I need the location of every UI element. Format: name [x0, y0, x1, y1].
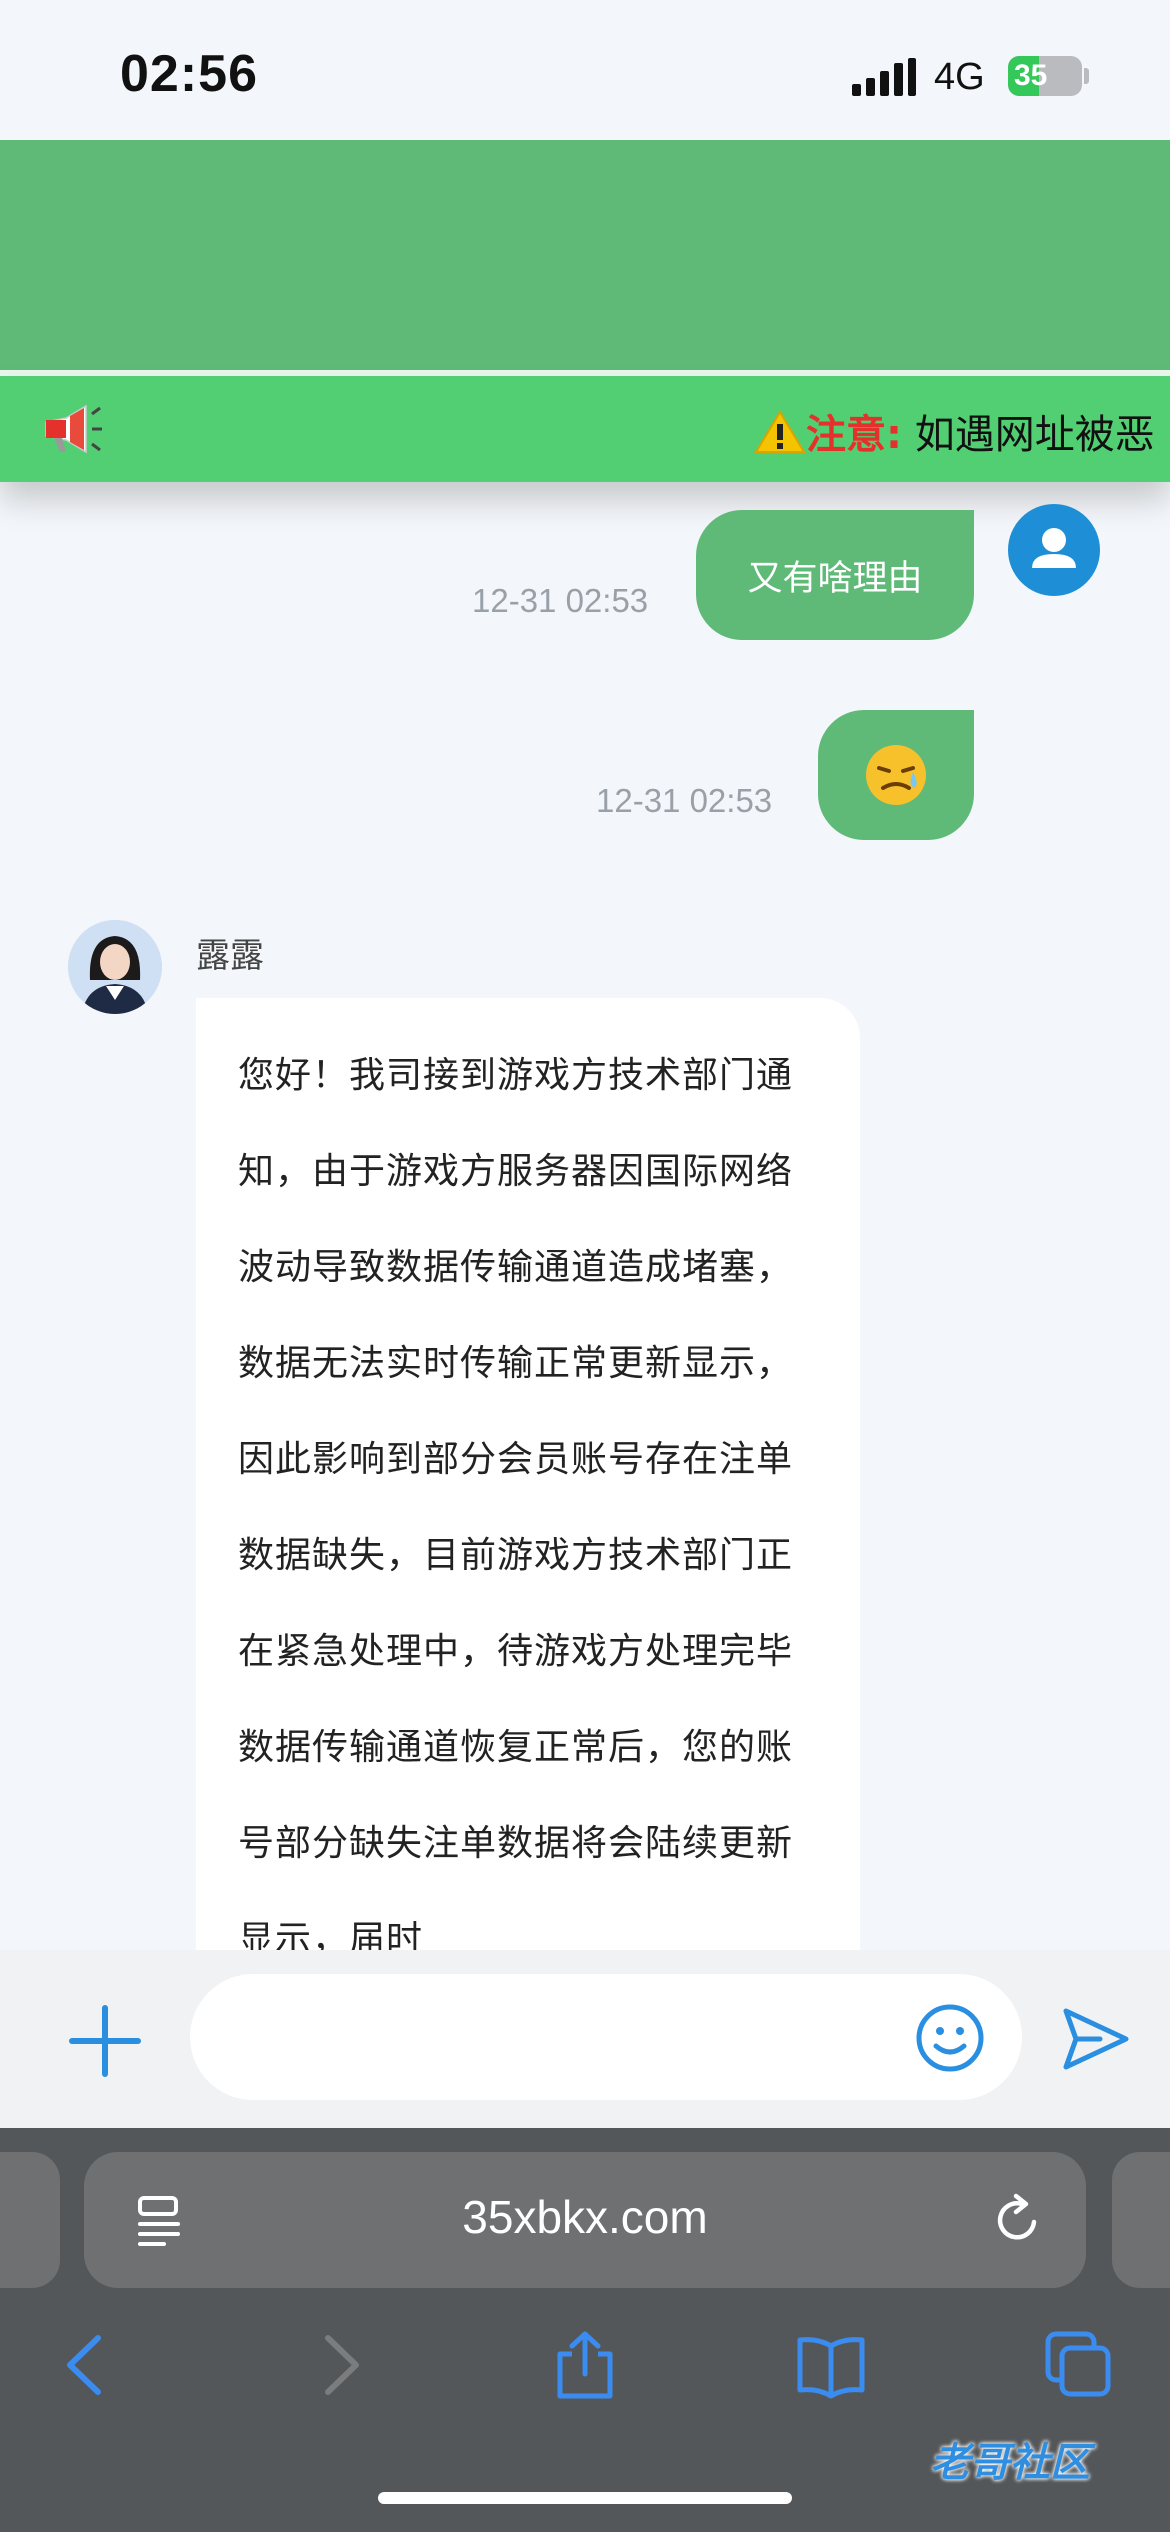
notice-label: 注意:: [806, 412, 902, 458]
next-tab[interactable]: [1112, 2152, 1170, 2288]
outgoing-emoji-message[interactable]: [818, 710, 974, 840]
incoming-message[interactable]: 您好！我司接到游戏方技术部门通知，由于游戏方服务器因国际网络波动导致数据传输通道…: [196, 998, 860, 1998]
message-text: 又有啥理由: [747, 558, 923, 599]
battery-nub: [1084, 68, 1089, 84]
status-time: 02:56: [120, 45, 258, 103]
signal-icon: [852, 58, 916, 96]
emoji-button[interactable]: [914, 2002, 986, 2074]
forward-icon[interactable]: [304, 2330, 374, 2400]
message-timestamp: 12-31 02:53: [596, 782, 773, 819]
outgoing-message[interactable]: 又有啥理由: [696, 510, 974, 640]
notice-content: 如遇网址被恶: [914, 412, 1155, 458]
watermark-logo: 老哥社区: [930, 2440, 1090, 2486]
megaphone-icon: [45, 404, 102, 454]
url-text[interactable]: 35xbkx.com: [84, 2190, 1086, 2244]
notice-ticker[interactable]: 注意: 如遇网址被恶: [0, 376, 1170, 482]
message-text: 您好！我司接到游戏方技术部门通知，由于游戏方服务器因国际网络波动导致数据传输通道…: [238, 1055, 794, 1960]
message-timestamp: 12-31 02:53: [472, 582, 649, 619]
user-avatar[interactable]: [1008, 504, 1100, 596]
reload-icon[interactable]: [990, 2192, 1046, 2248]
user-icon: [1032, 528, 1076, 568]
message-input[interactable]: [190, 1974, 1022, 2100]
notice-text: 注意: 如遇网址被恶: [754, 402, 1155, 460]
back-icon[interactable]: [52, 2330, 122, 2400]
agent-portrait: [68, 920, 162, 1014]
battery-icon: 35: [1008, 56, 1082, 96]
tabs-icon[interactable]: [1044, 2330, 1114, 2400]
sweat-face-emoji-icon: [866, 745, 926, 805]
add-attachment-button[interactable]: [68, 2004, 142, 2078]
agent-name: 露露: [196, 936, 264, 976]
chat-header: [0, 140, 1170, 370]
battery-level: 35: [1014, 59, 1048, 92]
warning-icon: [754, 410, 806, 453]
send-button[interactable]: [1060, 2003, 1132, 2075]
home-indicator: [378, 2492, 792, 2504]
network-type: 4G: [934, 56, 985, 98]
share-icon[interactable]: [550, 2330, 620, 2400]
previous-tab[interactable]: [0, 2152, 60, 2288]
agent-avatar[interactable]: [68, 920, 162, 1014]
bookmarks-icon[interactable]: [796, 2330, 866, 2400]
